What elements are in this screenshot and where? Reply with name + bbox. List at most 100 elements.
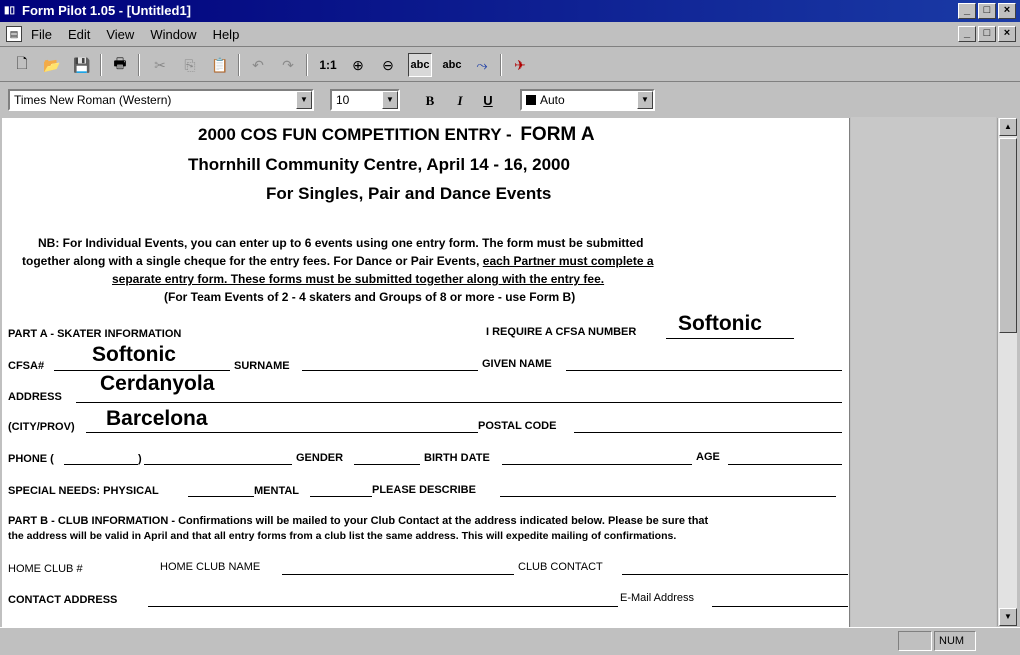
underline-button[interactable]: U [478, 91, 498, 111]
club-contact-line [622, 574, 848, 575]
cfsa-value[interactable]: Softonic [92, 343, 176, 367]
redo-icon[interactable]: ↷ [276, 53, 300, 77]
address-value[interactable]: Cerdanyola [100, 372, 214, 396]
toolbar-separator [138, 54, 140, 76]
nb-line-2b: each Partner must complete a [482, 254, 654, 268]
form-page[interactable]: 2000 COS FUN COMPETITION ENTRY - FORM A … [2, 118, 850, 627]
contact-address-label: CONTACT ADDRESS [8, 594, 118, 606]
color-select[interactable]: Auto ▼ [520, 89, 655, 111]
toolbar-separator [238, 54, 240, 76]
doc-close-button[interactable]: × [998, 26, 1016, 42]
close-button[interactable]: × [998, 3, 1016, 19]
open-folder-icon[interactable]: 📂 [40, 53, 64, 77]
home-club-number-label: HOME CLUB # [8, 563, 83, 575]
cfsa-require-value[interactable]: Softonic [678, 312, 762, 336]
app-icon[interactable]: ▮▯ [4, 5, 18, 17]
form-title: 2000 COS FUN COMPETITION ENTRY - FORM A [198, 124, 595, 146]
toolbar-separator [500, 54, 502, 76]
scroll-down-icon[interactable]: ▼ [999, 608, 1017, 626]
phone-label: PHONE ( [8, 453, 54, 465]
form-title-form: FORM A [520, 124, 595, 145]
cfsa-require-line [666, 338, 794, 339]
home-club-name-label: HOME CLUB NAME [160, 561, 261, 573]
toolbar: 🗋 📂 💾 🖶 ✂ ⎘ 📋 ↶ ↷ 1:1 ⊕ ⊖ abc abc ⤳ ✈ [0, 48, 1020, 82]
postal-code-line [574, 432, 842, 433]
scroll-thumb[interactable] [999, 138, 1017, 333]
physical-line [188, 496, 254, 497]
plane-icon[interactable]: ✈ [508, 53, 532, 77]
contact-address-line [148, 606, 618, 607]
phone-line [144, 464, 292, 465]
home-club-name-line [282, 574, 514, 575]
cut-icon[interactable]: ✂ [148, 53, 172, 77]
menu-window[interactable]: Window [149, 27, 197, 42]
form-subtitle: Thornhill Community Centre, April 14 - 1… [188, 155, 570, 174]
menu-edit[interactable]: Edit [67, 27, 91, 42]
italic-button[interactable]: I [450, 91, 470, 111]
chevron-down-icon[interactable]: ▼ [382, 91, 398, 109]
document-icon[interactable]: ▤ [6, 26, 22, 42]
describe-line [500, 496, 836, 497]
bold-button[interactable]: B [420, 91, 440, 111]
nb-line-2: together along with a single cheque for … [22, 254, 654, 268]
menu-view[interactable]: View [105, 27, 135, 42]
cfsa-label: CFSA# [8, 360, 45, 372]
text-select-button[interactable]: abc [440, 53, 464, 77]
window-title: Form Pilot 1.05 - [Untitled1] [22, 3, 192, 18]
nb-line-3: separate entry form. These forms must be… [112, 272, 605, 286]
form-subtitle-events: For Singles, Pair and Dance Events [266, 184, 552, 203]
maximize-button[interactable]: □ [978, 3, 996, 19]
gender-line [354, 464, 420, 465]
city-value[interactable]: Barcelona [106, 407, 208, 431]
undo-icon[interactable]: ↶ [246, 53, 270, 77]
num-lock-indicator: NUM [934, 631, 976, 651]
paste-icon[interactable]: 📋 [208, 53, 232, 77]
text-flow-icon[interactable]: ⤳ [470, 53, 494, 77]
scroll-up-icon[interactable]: ▲ [999, 118, 1017, 136]
copy-icon[interactable]: ⎘ [178, 53, 202, 77]
menu-help[interactable]: Help [212, 27, 241, 42]
nb-line-4: (For Team Events of 2 - 4 skaters and Gr… [164, 290, 576, 304]
surname-label: SURNAME [234, 360, 290, 372]
zoom-out-icon[interactable]: ⊖ [376, 53, 400, 77]
part-b-title: PART B - CLUB INFORMATION [8, 515, 169, 527]
email-label: E-Mail Address [620, 592, 694, 604]
toolbar-separator [306, 54, 308, 76]
status-bar: NUM [0, 627, 1020, 655]
status-panel-empty [898, 631, 932, 651]
format-bar: Times New Roman (Western) ▼ 10 ▼ B I U A… [0, 83, 1020, 117]
address-line [76, 402, 842, 403]
text-mode-button[interactable]: abc [408, 53, 432, 77]
zoom-in-icon[interactable]: ⊕ [346, 53, 370, 77]
minimize-button[interactable]: _ [958, 3, 976, 19]
cfsa-require-label: I REQUIRE A CFSA NUMBER [486, 326, 637, 338]
form-title-text: 2000 COS FUN COMPETITION ENTRY - [198, 125, 517, 144]
new-document-icon[interactable]: 🗋 [10, 53, 34, 77]
print-icon[interactable]: 🖶 [108, 53, 132, 77]
font-size-select[interactable]: 10 ▼ [330, 89, 400, 111]
font-select-value: Times New Roman (Western) [14, 93, 172, 107]
save-icon[interactable]: 💾 [70, 53, 94, 77]
font-size-value: 10 [336, 93, 350, 107]
email-line [712, 606, 848, 607]
doc-minimize-button[interactable]: _ [958, 26, 976, 42]
workspace-background [851, 117, 996, 627]
club-contact-label: CLUB CONTACT [518, 561, 603, 573]
given-name-line [566, 370, 842, 371]
age-line [728, 464, 842, 465]
font-select[interactable]: Times New Roman (Western) ▼ [8, 89, 314, 111]
age-label: AGE [696, 451, 720, 463]
surname-line [302, 370, 478, 371]
nb-line-2a: together along with a single cheque for … [22, 254, 483, 268]
phone-close: ) [138, 453, 142, 465]
mental-line [310, 496, 372, 497]
menu-file[interactable]: File [30, 27, 53, 42]
nb-line-1: NB: For Individual Events, you can enter… [38, 236, 644, 250]
postal-code-label: POSTAL CODE [478, 420, 557, 432]
vertical-scrollbar[interactable]: ▲ ▼ [997, 118, 1017, 626]
chevron-down-icon[interactable]: ▼ [637, 91, 653, 109]
chevron-down-icon[interactable]: ▼ [296, 91, 312, 109]
given-name-label: GIVEN NAME [482, 358, 552, 370]
doc-maximize-button[interactable]: □ [978, 26, 996, 42]
zoom-1to1-button[interactable]: 1:1 [316, 53, 340, 77]
